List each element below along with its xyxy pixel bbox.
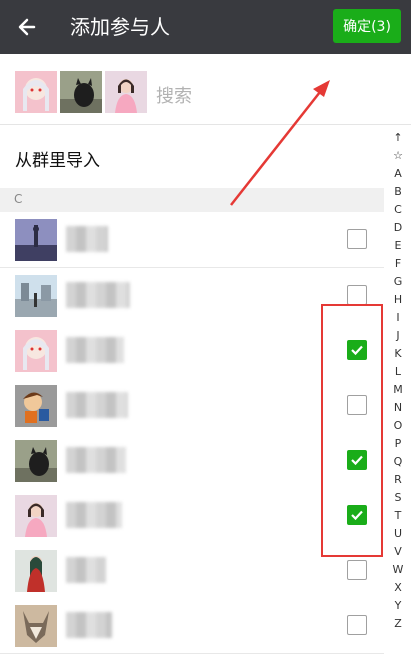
cat-avatar: [15, 440, 57, 482]
index-letter[interactable]: G: [388, 273, 408, 291]
contact-name-blurred: [66, 337, 124, 363]
confirm-button[interactable]: 确定(3): [333, 9, 401, 43]
street-photo-avatar: [15, 275, 57, 317]
index-letter[interactable]: Y: [388, 597, 408, 615]
index-letter[interactable]: L: [388, 363, 408, 381]
contact-name-blurred: [66, 392, 128, 418]
title-bar: 添加参与人 确定(3): [0, 0, 411, 54]
index-letter[interactable]: Z: [388, 615, 408, 633]
index-letter[interactable]: T: [388, 507, 408, 525]
index-letter[interactable]: A: [388, 165, 408, 183]
index-letter[interactable]: ☆: [388, 147, 408, 165]
contact-checkbox[interactable]: [347, 229, 367, 249]
import-from-group-label: 从群里导入: [15, 151, 100, 171]
contact-checkbox[interactable]: [347, 285, 367, 305]
index-letter[interactable]: D: [388, 219, 408, 237]
section-header-c: C: [0, 188, 384, 212]
selected-chip-anime-girl-avatar[interactable]: [15, 71, 57, 113]
contact-row[interactable]: [0, 212, 384, 268]
girl-photo-avatar: [15, 495, 57, 537]
index-letter[interactable]: ↑: [388, 129, 408, 147]
index-letter[interactable]: V: [388, 543, 408, 561]
index-letter[interactable]: O: [388, 417, 408, 435]
contact-name-blurred: [66, 226, 108, 252]
contact-name-blurred: [66, 557, 106, 583]
contact-name-blurred: [66, 447, 126, 473]
index-letter[interactable]: F: [388, 255, 408, 273]
index-letter[interactable]: W: [388, 561, 408, 579]
import-from-group-row[interactable]: 从群里导入: [0, 125, 411, 185]
wolf-avatar: [15, 605, 57, 647]
index-letter[interactable]: J: [388, 327, 408, 345]
back-arrow-icon[interactable]: [14, 13, 42, 41]
search-input[interactable]: 搜索: [156, 82, 192, 108]
index-letter[interactable]: I: [388, 309, 408, 327]
index-letter[interactable]: C: [388, 201, 408, 219]
index-letter[interactable]: N: [388, 399, 408, 417]
contact-name-blurred: [66, 502, 122, 528]
city-tower-avatar: [15, 219, 57, 261]
index-letter[interactable]: P: [388, 435, 408, 453]
cartoon-boy-avatar: [15, 385, 57, 427]
selected-chip-girl-photo-avatar[interactable]: [105, 71, 147, 113]
index-letter[interactable]: K: [388, 345, 408, 363]
index-letter[interactable]: R: [388, 471, 408, 489]
index-letter[interactable]: X: [388, 579, 408, 597]
selected-and-search-bar: 搜索: [0, 54, 411, 125]
index-letter[interactable]: H: [388, 291, 408, 309]
contact-name-blurred: [66, 282, 130, 308]
selected-chip-cat-avatar[interactable]: [60, 71, 102, 113]
index-letter[interactable]: B: [388, 183, 408, 201]
contact-row[interactable]: [0, 598, 384, 654]
alphabet-index-bar[interactable]: ↑ ☆ A B C D E F G H I J K L M N O P Q R S T U V W X Y Z: [388, 129, 408, 633]
index-letter[interactable]: E: [388, 237, 408, 255]
red-dress-anime-avatar: [15, 550, 57, 592]
section-letter: C: [14, 192, 23, 206]
contact-checkbox[interactable]: [347, 560, 367, 580]
index-letter[interactable]: U: [388, 525, 408, 543]
index-letter[interactable]: Q: [388, 453, 408, 471]
index-letter[interactable]: S: [388, 489, 408, 507]
annotation-highlight-box: [321, 304, 383, 557]
contact-checkbox[interactable]: [347, 615, 367, 635]
page-title: 添加参与人: [70, 15, 170, 39]
index-letter[interactable]: M: [388, 381, 408, 399]
contact-name-blurred: [66, 612, 112, 638]
anime-girl-avatar: [15, 330, 57, 372]
